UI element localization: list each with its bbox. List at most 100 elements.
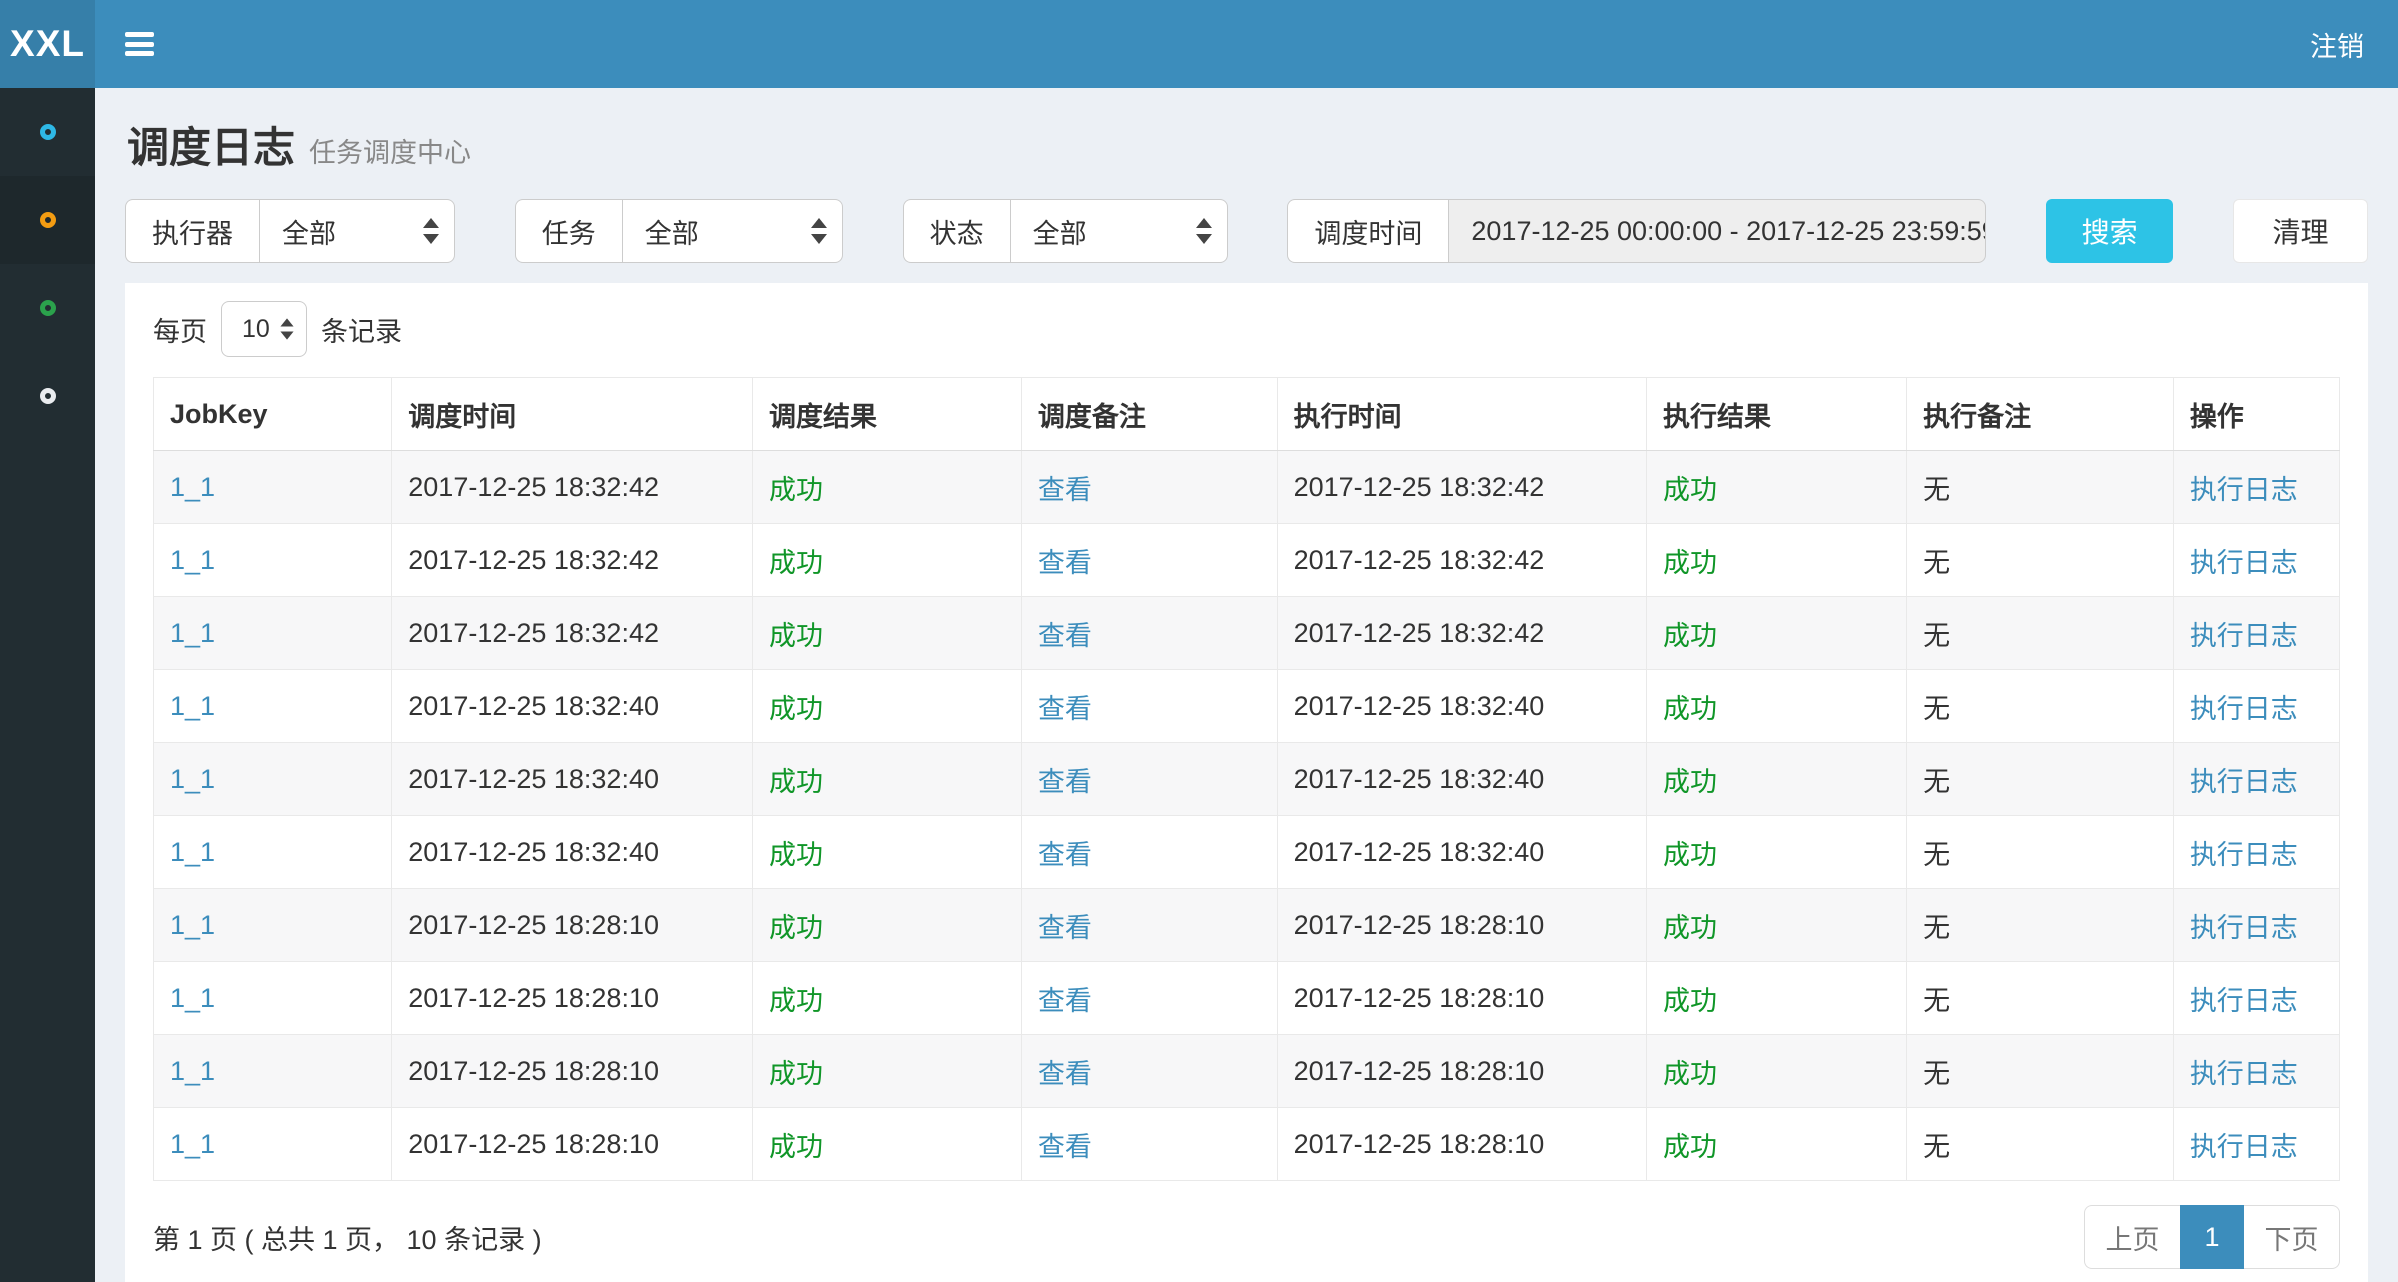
col-handle-result: 执行结果 xyxy=(1647,378,1907,451)
handle-result-cell: 成功 xyxy=(1647,889,1907,962)
table-row: 1_1 2017-12-25 18:32:40 成功 查看 2017-12-25… xyxy=(154,670,2340,743)
exec-log-link[interactable]: 执行日志 xyxy=(2190,548,2298,578)
handle-result-cell: 成功 xyxy=(1647,1035,1907,1108)
trigger-msg-link[interactable]: 查看 xyxy=(1038,694,1092,724)
sidebar-item-1[interactable] xyxy=(0,88,95,176)
trigger-msg-link[interactable]: 查看 xyxy=(1038,913,1092,943)
per-page-select[interactable]: 10 xyxy=(221,301,307,357)
trigger-msg-link[interactable]: 查看 xyxy=(1038,767,1092,797)
trigger-time-cell: 2017-12-25 18:32:40 xyxy=(392,743,753,816)
prev-page-button[interactable]: 上页 xyxy=(2084,1205,2180,1269)
sidebar xyxy=(0,88,95,1282)
exec-log-link[interactable]: 执行日志 xyxy=(2190,1059,2298,1089)
sidebar-item-3[interactable] xyxy=(0,264,95,352)
table-row: 1_1 2017-12-25 18:28:10 成功 查看 2017-12-25… xyxy=(154,1108,2340,1181)
select-spinner-icon xyxy=(423,218,439,244)
col-action: 操作 xyxy=(2173,378,2339,451)
jobkey-link[interactable]: 1_1 xyxy=(170,618,215,648)
logout-link[interactable]: 注销 xyxy=(2310,25,2364,64)
current-page-button[interactable]: 1 xyxy=(2180,1205,2244,1269)
sidebar-item-4[interactable] xyxy=(0,352,95,440)
trigger-time-filter-group: 调度时间 2017-12-25 00:00:00 - 2017-12-25 23… xyxy=(1287,199,1986,263)
handle-result-cell: 成功 xyxy=(1647,1108,1907,1181)
trigger-time-cell: 2017-12-25 18:32:42 xyxy=(392,451,753,524)
exec-log-link[interactable]: 执行日志 xyxy=(2190,767,2298,797)
trigger-result-cell: 成功 xyxy=(752,1108,1021,1181)
handle-result-cell: 成功 xyxy=(1647,816,1907,889)
trigger-time-cell: 2017-12-25 18:32:40 xyxy=(392,816,753,889)
log-panel: 每页 10 条记录 JobKey 调度时间 调度结果 调度备注 执行时间 xyxy=(125,283,2368,1282)
trigger-msg-link[interactable]: 查看 xyxy=(1038,840,1092,870)
executor-filter-label: 执行器 xyxy=(125,199,259,263)
trigger-msg-link[interactable]: 查看 xyxy=(1038,1059,1092,1089)
trigger-time-range-input[interactable]: 2017-12-25 00:00:00 - 2017-12-25 23:59:5… xyxy=(1448,199,1986,263)
trigger-time-cell: 2017-12-25 18:28:10 xyxy=(392,1108,753,1181)
handle-msg-cell: 无 xyxy=(1907,1035,2174,1108)
table-row: 1_1 2017-12-25 18:32:42 成功 查看 2017-12-25… xyxy=(154,524,2340,597)
filter-bar: 执行器 全部 任务 全部 状态 全部 调度时间 2017-12-25 00:00… xyxy=(125,199,2368,263)
circle-icon xyxy=(40,388,56,404)
clear-button[interactable]: 清理 xyxy=(2233,199,2368,263)
jobkey-link[interactable]: 1_1 xyxy=(170,1129,215,1159)
executor-filter-group: 执行器 全部 xyxy=(125,199,455,263)
table-header-row: JobKey 调度时间 调度结果 调度备注 执行时间 执行结果 执行备注 操作 xyxy=(154,378,2340,451)
jobkey-link[interactable]: 1_1 xyxy=(170,837,215,867)
jobkey-link[interactable]: 1_1 xyxy=(170,545,215,575)
exec-log-link[interactable]: 执行日志 xyxy=(2190,913,2298,943)
trigger-time-filter-label: 调度时间 xyxy=(1287,199,1448,263)
job-filter-group: 任务 全部 xyxy=(515,199,843,263)
handle-result-cell: 成功 xyxy=(1647,524,1907,597)
handle-time-cell: 2017-12-25 18:32:42 xyxy=(1277,524,1646,597)
table-row: 1_1 2017-12-25 18:28:10 成功 查看 2017-12-25… xyxy=(154,889,2340,962)
executor-filter-select[interactable]: 全部 xyxy=(259,199,455,263)
trigger-result-cell: 成功 xyxy=(752,597,1021,670)
handle-result-cell: 成功 xyxy=(1647,962,1907,1035)
table-row: 1_1 2017-12-25 18:32:40 成功 查看 2017-12-25… xyxy=(154,816,2340,889)
trigger-msg-link[interactable]: 查看 xyxy=(1038,621,1092,651)
main-content: 调度日志任务调度中心 执行器 全部 任务 全部 状态 全部 调度时间 2017-… xyxy=(95,88,2398,1282)
next-page-button[interactable]: 下页 xyxy=(2244,1205,2340,1269)
col-handle-msg: 执行备注 xyxy=(1907,378,2174,451)
jobkey-link[interactable]: 1_1 xyxy=(170,764,215,794)
jobkey-link[interactable]: 1_1 xyxy=(170,472,215,502)
jobkey-link[interactable]: 1_1 xyxy=(170,1056,215,1086)
table-row: 1_1 2017-12-25 18:32:42 成功 查看 2017-12-25… xyxy=(154,597,2340,670)
exec-log-link[interactable]: 执行日志 xyxy=(2190,986,2298,1016)
jobkey-link[interactable]: 1_1 xyxy=(170,910,215,940)
sidebar-item-2[interactable] xyxy=(0,176,95,264)
job-filter-select[interactable]: 全部 xyxy=(622,199,843,263)
circle-icon xyxy=(40,124,56,140)
table-row: 1_1 2017-12-25 18:32:40 成功 查看 2017-12-25… xyxy=(154,743,2340,816)
trigger-time-cell: 2017-12-25 18:28:10 xyxy=(392,962,753,1035)
trigger-msg-link[interactable]: 查看 xyxy=(1038,986,1092,1016)
handle-msg-cell: 无 xyxy=(1907,1108,2174,1181)
handle-time-cell: 2017-12-25 18:32:42 xyxy=(1277,597,1646,670)
handle-time-cell: 2017-12-25 18:32:42 xyxy=(1277,451,1646,524)
top-navbar: XXL 注销 xyxy=(0,0,2398,88)
handle-result-cell: 成功 xyxy=(1647,670,1907,743)
trigger-msg-link[interactable]: 查看 xyxy=(1038,475,1092,505)
trigger-time-cell: 2017-12-25 18:28:10 xyxy=(392,889,753,962)
sidebar-toggle-icon[interactable] xyxy=(125,28,154,61)
handle-msg-cell: 无 xyxy=(1907,743,2174,816)
jobkey-link[interactable]: 1_1 xyxy=(170,691,215,721)
navbar-main: 注销 xyxy=(95,0,2398,88)
trigger-msg-link[interactable]: 查看 xyxy=(1038,548,1092,578)
status-filter-select[interactable]: 全部 xyxy=(1010,199,1228,263)
per-page-prefix: 每页 xyxy=(153,310,207,349)
col-trigger-msg: 调度备注 xyxy=(1021,378,1277,451)
jobkey-link[interactable]: 1_1 xyxy=(170,983,215,1013)
pagination: 上页 1 下页 xyxy=(2084,1205,2340,1269)
search-button[interactable]: 搜索 xyxy=(2046,199,2173,263)
select-spinner-icon xyxy=(280,318,293,339)
exec-log-link[interactable]: 执行日志 xyxy=(2190,694,2298,724)
exec-log-link[interactable]: 执行日志 xyxy=(2190,621,2298,651)
trigger-msg-link[interactable]: 查看 xyxy=(1038,1132,1092,1162)
exec-log-link[interactable]: 执行日志 xyxy=(2190,1132,2298,1162)
exec-log-link[interactable]: 执行日志 xyxy=(2190,840,2298,870)
status-filter-group: 状态 全部 xyxy=(903,199,1228,263)
exec-log-link[interactable]: 执行日志 xyxy=(2190,475,2298,505)
handle-msg-cell: 无 xyxy=(1907,816,2174,889)
trigger-result-cell: 成功 xyxy=(752,962,1021,1035)
handle-time-cell: 2017-12-25 18:32:40 xyxy=(1277,816,1646,889)
